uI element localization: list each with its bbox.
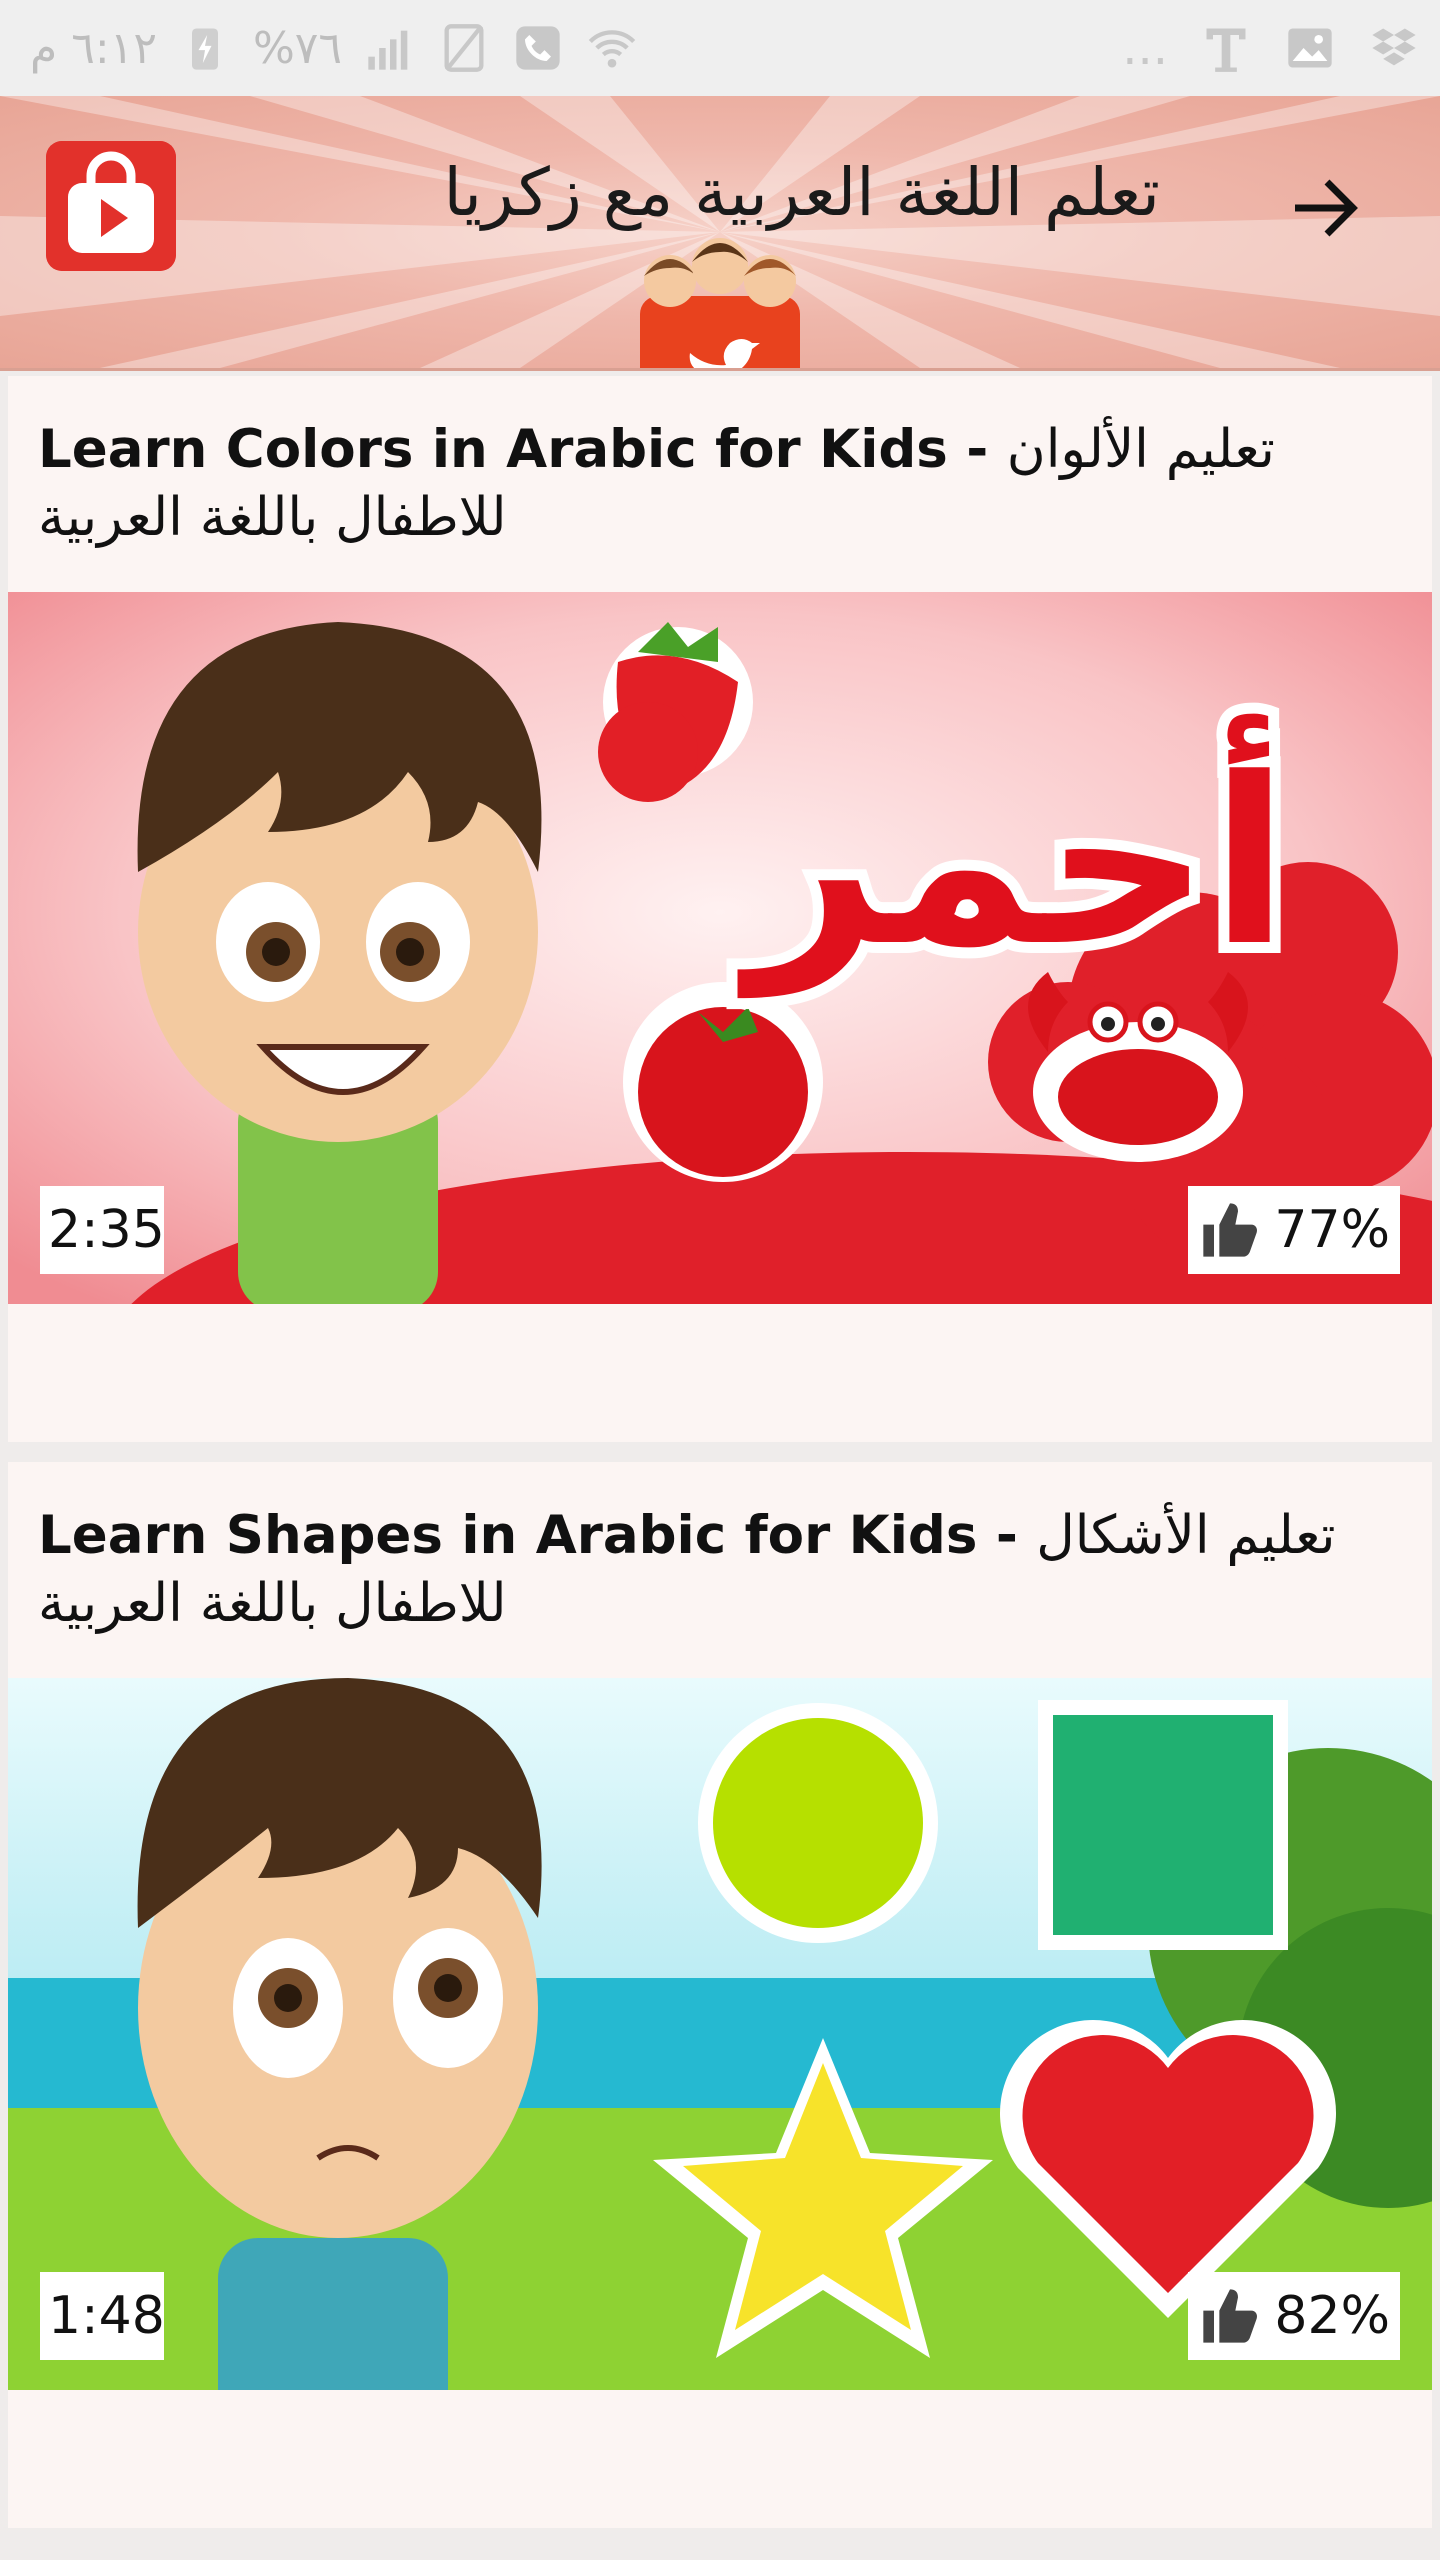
video-thumbnail[interactable]: أحمر 2:35 77% [8, 592, 1432, 1304]
page-title: تعلم اللغة العربية مع زكريا [443, 154, 1160, 231]
shopping-bag-play-icon[interactable] [46, 141, 176, 271]
wifi-icon [588, 30, 636, 68]
video-thumbnail[interactable]: 1:48 82% [8, 1678, 1432, 2390]
battery-percent: %٧٦ [252, 22, 343, 74]
status-left: ٦:١٢ م %٧٦ [30, 18, 638, 78]
call-icon [516, 26, 560, 70]
video-title-en: Learn Shapes in Arabic for Kids - [38, 1505, 1037, 1566]
rating-value: 82% [1274, 2286, 1390, 2346]
video-rating-badge: 82% [1188, 2272, 1400, 2360]
thumbs-up-icon [1203, 1203, 1258, 1257]
video-title[interactable]: Learn Shapes in Arabic for Kids - تعليم … [38, 1502, 1408, 1638]
video-duration: 2:35 [40, 1186, 165, 1274]
text-icon [1206, 28, 1246, 72]
channel-logo [640, 238, 800, 368]
gallery-icon [1288, 28, 1332, 68]
thumbnail-word: أحمر [737, 713, 1289, 998]
video-duration: 1:48 [40, 2272, 165, 2360]
more-indicator: ... [1122, 20, 1168, 76]
thumbs-up-icon [1203, 2289, 1258, 2343]
signal-icon [368, 30, 408, 70]
video-title[interactable]: Learn Colors in Arabic for Kids - تعليم … [38, 416, 1408, 552]
status-bar: ٦:١٢ م %٧٦ ... [0, 0, 1440, 96]
charging-icon [191, 28, 218, 70]
arrow-right-icon[interactable] [1285, 168, 1365, 248]
video-rating-badge: 77% [1188, 1186, 1400, 1274]
video-title-en: Learn Colors in Arabic for Kids - [38, 419, 1007, 480]
rating-value: 77% [1274, 1200, 1390, 1260]
clock: ٦:١٢ م [30, 22, 157, 74]
app-header: تعلم اللغة العربية مع زكريا [0, 96, 1440, 371]
dropbox-icon [1372, 28, 1416, 66]
video-card[interactable]: Learn Shapes in Arabic for Kids - تعليم … [8, 1462, 1432, 2528]
status-right: ... [1122, 18, 1420, 78]
no-sim-icon [444, 24, 484, 72]
video-card[interactable]: Learn Colors in Arabic for Kids - تعليم … [8, 376, 1432, 1442]
